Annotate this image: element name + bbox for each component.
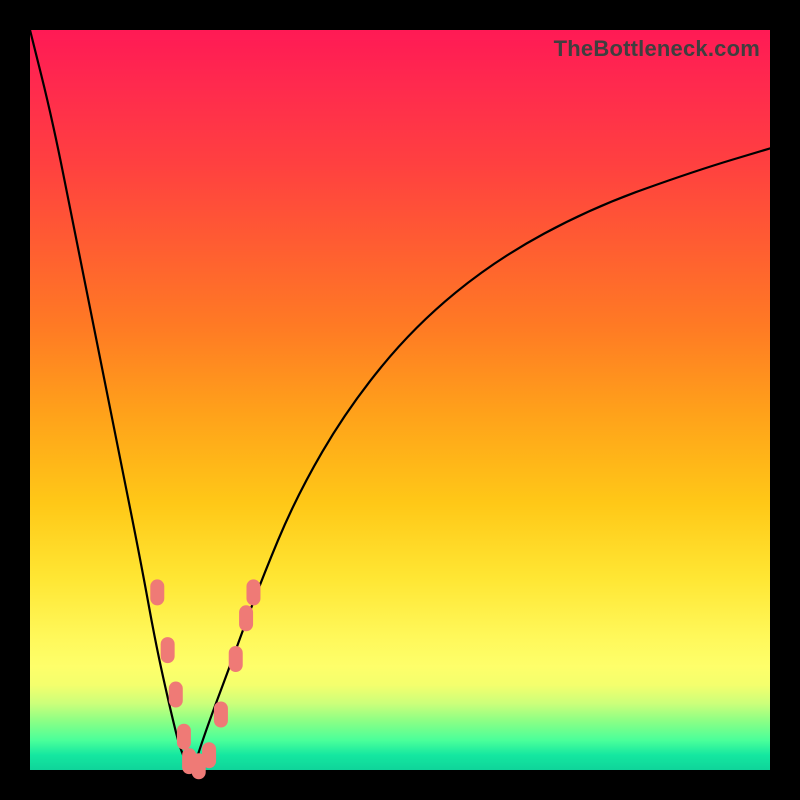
marker-pill: [229, 646, 243, 672]
marker-pill: [150, 579, 164, 605]
marker-pill: [161, 637, 175, 663]
curve-markers: [150, 579, 260, 779]
curve-right-branch: [193, 148, 770, 770]
marker-pill: [239, 605, 253, 631]
bottleneck-curve: [30, 30, 770, 770]
marker-pill: [202, 742, 216, 768]
marker-pill: [214, 702, 228, 728]
marker-pill: [177, 724, 191, 750]
outer-frame: TheBottleneck.com: [0, 0, 800, 800]
marker-pill: [169, 682, 183, 708]
marker-pill: [246, 579, 260, 605]
chart-svg: [30, 30, 770, 770]
plot-area: TheBottleneck.com: [30, 30, 770, 770]
